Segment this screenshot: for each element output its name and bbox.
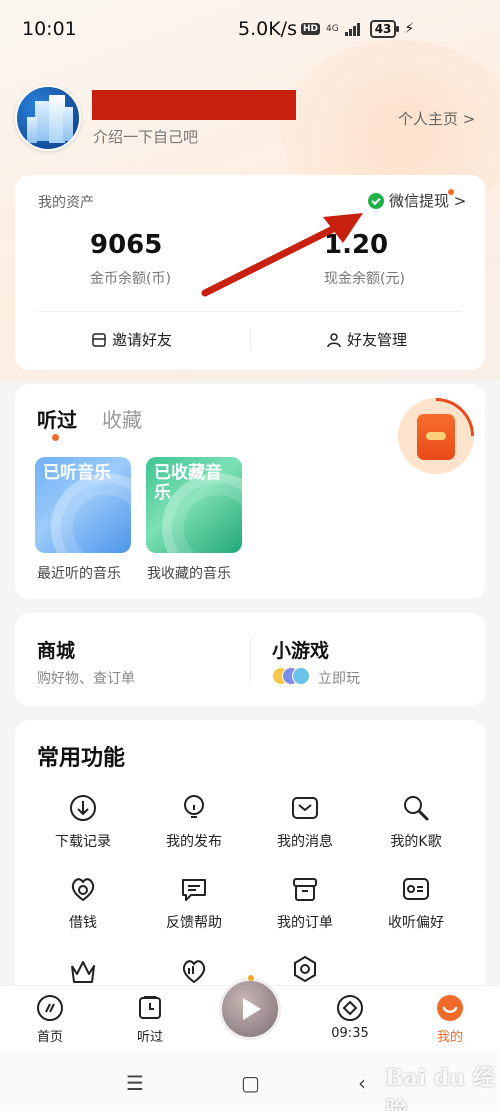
function-label: 收听偏好 — [388, 915, 444, 931]
play-button[interactable] — [219, 978, 281, 1040]
function-label: 我的K歌 — [390, 834, 442, 850]
favorite-music-tile[interactable]: 已收藏音乐 — [146, 457, 242, 553]
tile-title: 已听音乐 — [43, 463, 111, 483]
karaoke-icon — [404, 796, 429, 821]
invite-friends-button[interactable]: 邀请好友 — [91, 329, 172, 350]
home-icon — [37, 995, 63, 1021]
charging-icon: ⚡ — [404, 21, 415, 37]
nav-label: 09:35 — [331, 1026, 369, 1041]
function-label: 反馈帮助 — [166, 915, 222, 931]
function-label: 我的订单 — [277, 915, 333, 931]
publish-icon — [184, 795, 204, 818]
listened-icon — [139, 996, 161, 1019]
coin-balance-value[interactable]: 9065 — [90, 230, 162, 260]
shop-subtitle[interactable]: 购好物、查订单 — [37, 668, 135, 688]
nav-label: 我的 — [436, 1030, 463, 1045]
wechat-withdraw-label: 微信提现 > — [389, 192, 467, 210]
coin-balance-label: 金币余额(币) — [90, 271, 171, 287]
hexagon-icon[interactable] — [290, 954, 320, 984]
function-download[interactable]: 下载记录 — [28, 793, 138, 851]
function-publish[interactable]: 我的发布 — [139, 793, 249, 851]
home-square-icon[interactable]: ▢ — [241, 1071, 260, 1095]
timer-icon — [337, 995, 363, 1021]
function-messages[interactable]: 我的消息 — [250, 793, 360, 851]
friend-management-label: 好友管理 — [347, 331, 408, 349]
crown-icon[interactable] — [68, 956, 98, 986]
function-label: 下载记录 — [55, 834, 111, 850]
notification-dot — [448, 189, 454, 195]
tile-caption[interactable]: 我收藏的音乐 — [147, 563, 231, 583]
username-redacted — [92, 90, 296, 120]
menu-icon[interactable]: ☰ — [126, 1071, 144, 1095]
tab-listened[interactable]: 听过 — [37, 404, 77, 433]
common-functions-title: 常用功能 — [37, 746, 126, 771]
tile-caption[interactable]: 最近听的音乐 — [37, 563, 121, 583]
divider — [38, 311, 462, 312]
download-icon — [70, 795, 96, 821]
divider — [250, 328, 251, 350]
function-orders[interactable]: 我的订单 — [250, 874, 360, 932]
friend-management-button[interactable]: 好友管理 — [326, 329, 407, 350]
network-label: 4G — [326, 23, 339, 34]
function-feedback[interactable]: 反馈帮助 — [139, 874, 249, 932]
mini-games-title[interactable]: 小游戏 — [272, 636, 329, 663]
homepage-link[interactable]: 个人主页 > — [398, 108, 475, 129]
shop-title[interactable]: 商城 — [37, 636, 75, 663]
hd-icon: HD — [300, 23, 320, 35]
playback-indicator — [248, 975, 254, 981]
mini-games-subtitle[interactable]: 立即玩 — [318, 668, 360, 688]
function-preferences[interactable]: 收听偏好 — [361, 874, 471, 932]
chart-heart-icon[interactable] — [179, 956, 209, 986]
network-type: 4G — [326, 23, 339, 34]
nav-home[interactable]: 首页 — [15, 986, 85, 1045]
feedback-icon — [182, 879, 206, 901]
assets-label: 我的资产 — [38, 195, 94, 211]
status-time: 10:01 — [22, 18, 77, 40]
net-speed: 5.0K/s — [238, 18, 297, 40]
divider — [250, 636, 251, 682]
function-karaoke[interactable]: 我的K歌 — [361, 793, 471, 851]
function-label: 我的消息 — [277, 834, 333, 850]
tile-title: 已收藏音乐 — [154, 463, 222, 503]
message-icon — [292, 797, 318, 819]
watermark: Bai du 经验 — [385, 1065, 495, 1111]
mine-icon — [437, 995, 463, 1021]
status-bar: 10:01 5.0K/s HD 4G 43 ⚡ — [0, 0, 500, 58]
play-icon — [243, 998, 261, 1020]
user-icon — [327, 332, 341, 347]
listened-music-tile[interactable]: 已听音乐 — [35, 457, 131, 553]
game-avatars — [272, 667, 312, 685]
active-tab-indicator — [52, 434, 59, 441]
nav-timer[interactable]: 09:35 — [315, 986, 385, 1041]
preference-icon — [403, 878, 429, 900]
nav-mine[interactable]: 我的 — [415, 986, 485, 1045]
tab-favorites[interactable]: 收藏 — [102, 404, 142, 433]
signal-icon — [344, 22, 360, 36]
battery-icon: 43 — [369, 20, 400, 38]
red-packet-icon — [417, 414, 455, 460]
annotation-arrow — [201, 213, 363, 297]
function-label: 借钱 — [69, 915, 97, 931]
nav-label: 首页 — [36, 1030, 63, 1045]
profile-description[interactable]: 介绍一下自己吧 — [93, 126, 198, 147]
back-icon[interactable]: ‹ — [358, 1071, 366, 1095]
avatar[interactable] — [15, 85, 81, 151]
status-indicators: 5.0K/s HD 4G 43 ⚡ — [238, 18, 414, 40]
nav-label: 听过 — [136, 1030, 163, 1045]
invite-icon — [92, 332, 106, 347]
function-label: 我的发布 — [166, 834, 222, 850]
nav-listened[interactable]: 听过 — [115, 986, 185, 1045]
order-icon — [293, 878, 317, 901]
invite-friends-label: 邀请好友 — [112, 331, 173, 349]
loan-icon — [71, 878, 95, 902]
function-loan[interactable]: 借钱 — [28, 874, 138, 932]
